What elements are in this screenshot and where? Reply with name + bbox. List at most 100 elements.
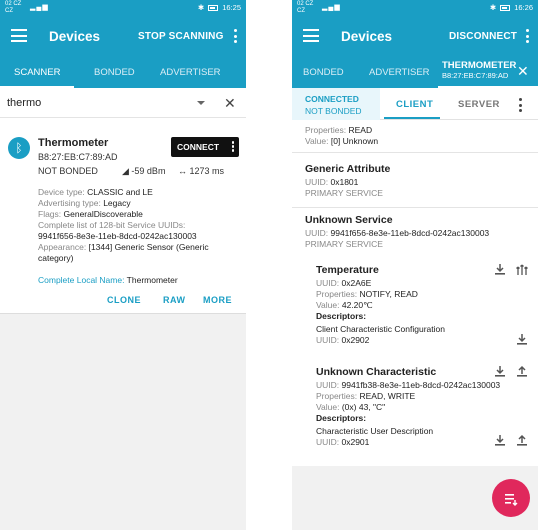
device-subbar: CONNECTED NOT BONDED CLIENT SERVER	[292, 88, 538, 120]
device-name: Thermometer	[38, 137, 109, 149]
carrier-label: 02 CZ CZ	[5, 1, 21, 15]
bluetooth-status-icon: ✱	[197, 3, 205, 12]
properties-label: Properties:	[316, 289, 360, 299]
overflow-menu-icon[interactable]	[526, 29, 530, 46]
overflow-menu-icon[interactable]	[234, 29, 238, 46]
info-key: Device type:	[38, 187, 88, 197]
signal-icon: ▂▄▆	[322, 4, 341, 11]
descriptor-upload-icon[interactable]	[516, 434, 528, 447]
tab-client[interactable]: CLIENT	[396, 99, 433, 110]
more-button[interactable]: MORE	[203, 295, 232, 305]
device-card[interactable]: ᛒ Thermometer B8:27:EB:C7:89:AD NOT BOND…	[0, 126, 246, 314]
tab-bonded[interactable]: BONDED	[94, 67, 135, 78]
uuid-label: UUID:	[316, 335, 342, 345]
stop-scanning-button[interactable]: STOP SCANNING	[138, 31, 224, 42]
characteristic-name: Temperature	[316, 264, 379, 276]
properties-label: Properties:	[316, 391, 360, 401]
bluetooth-status-icon: ✱	[489, 3, 497, 12]
signal-strength-icon: ◢	[122, 166, 132, 176]
descriptors-heading: Descriptors:	[316, 413, 367, 423]
filter-dropdown-icon[interactable]	[197, 101, 205, 105]
properties-value: READ, WRITE	[359, 391, 416, 401]
uuid-value: 0x1801	[330, 177, 359, 187]
info-value: 9941f656-8e3e-11eb-8dcd-0242ac130003	[38, 231, 197, 241]
uuid-value: 9941fb38-8e3e-11eb-8dcd-0242ac130003	[341, 380, 501, 390]
status-bar: 02 CZ CZ ▂▄▆ ✱ 16:25	[0, 0, 246, 16]
app-bar: Devices STOP SCANNING	[0, 16, 246, 56]
descriptor-name: Client Characteristic Configuration	[316, 324, 445, 334]
battery-icon	[208, 4, 219, 11]
service-uuids-row: Complete list of 128-bit Service UUIDs: 9…	[38, 220, 243, 242]
page-title: Devices	[341, 29, 393, 44]
info-key: Complete Local Name:	[38, 275, 127, 285]
previous-characteristic-fragment: Properties: READ Value: [0] Unknown	[305, 125, 535, 147]
uuid-value: 0x2902	[341, 335, 370, 345]
service-unknown[interactable]: Unknown Service UUID: 9941f656-8e3e-11eb…	[305, 215, 535, 250]
device-tab-name: THERMOMETER	[442, 60, 517, 71]
value-text: (0x) 43, "C"	[341, 402, 386, 412]
info-value: CLASSIC and LE	[87, 187, 153, 197]
descriptors-heading: Descriptors:	[316, 311, 367, 321]
connect-options-icon[interactable]	[231, 141, 234, 153]
client-menu-icon[interactable]	[519, 98, 522, 115]
notify-toggle-icon[interactable]	[516, 263, 530, 276]
advertising-type-row: Advertising type: Legacy	[38, 198, 243, 209]
clone-button[interactable]: CLONE	[107, 295, 141, 305]
uuid-value: 0x2901	[341, 437, 370, 447]
disconnect-button[interactable]: DISCONNECT	[449, 31, 517, 42]
battery-icon	[500, 4, 511, 11]
write-upload-icon[interactable]	[516, 365, 528, 378]
tab-scanner[interactable]: SCANNER	[14, 67, 60, 78]
carrier-line-2: CZ	[5, 8, 13, 14]
properties-value: READ	[348, 125, 373, 135]
carrier-label: 02 CZ CZ	[297, 1, 313, 15]
device-screen: 02 CZ CZ ▂▄▆ ✱ 16:26 Devices DISCONNECT …	[292, 0, 538, 530]
carrier-line-1: 02 CZ	[5, 1, 22, 7]
menu-icon[interactable]	[11, 29, 27, 42]
rssi-text: -59 dBm	[131, 166, 166, 176]
divider	[292, 152, 538, 153]
read-download-icon[interactable]	[494, 263, 506, 276]
uuid-label: UUID:	[305, 177, 331, 187]
clock: 16:26	[514, 3, 533, 12]
menu-icon[interactable]	[303, 29, 319, 42]
properties-value: NOTIFY, READ	[359, 289, 418, 299]
value-label: Value:	[305, 136, 331, 146]
status-bar: 02 CZ CZ ▂▄▆ ✱ 16:26	[292, 0, 538, 16]
raw-button[interactable]: RAW	[163, 295, 186, 305]
tab-advertiser[interactable]: ADVERTISER	[369, 67, 430, 78]
descriptor-download-icon[interactable]	[494, 434, 506, 447]
clear-search-icon[interactable]: ✕	[224, 95, 236, 112]
descriptor-download-icon[interactable]	[516, 333, 528, 346]
info-value: Thermometer	[126, 275, 178, 285]
close-device-icon[interactable]: ✕	[517, 63, 529, 80]
flags-row: Flags: GeneralDiscoverable	[38, 209, 243, 220]
connect-button[interactable]: CONNECT	[171, 137, 239, 157]
carrier-line-1: 02 CZ	[297, 1, 314, 7]
value-label: Value:	[316, 300, 342, 310]
uuid-label: UUID:	[305, 228, 331, 238]
log-fab-button[interactable]	[492, 479, 530, 517]
tab-advertiser[interactable]: ADVERTISER	[160, 67, 221, 78]
service-generic-attribute[interactable]: Generic Attribute UUID: 0x1801 PRIMARY S…	[305, 164, 535, 199]
clock: 16:25	[222, 3, 241, 12]
tab-server[interactable]: SERVER	[458, 99, 500, 110]
service-type: PRIMARY SERVICE	[305, 239, 383, 249]
appearance-row: Appearance: [1344] Generic Sensor (Gener…	[38, 242, 238, 264]
tab-device[interactable]: THERMOMETER B8:27:EB:C7:89:AD	[442, 61, 516, 81]
info-key: Appearance:	[38, 242, 89, 252]
characteristic-temperature[interactable]: Temperature UUID: 0x2A6E Properties: NOT…	[316, 265, 516, 346]
service-name: Unknown Service	[305, 214, 393, 226]
info-key: Advertising type:	[38, 198, 104, 208]
bond-state: NOT BONDED	[305, 106, 362, 116]
search-input[interactable]: thermo	[7, 97, 41, 109]
read-download-icon[interactable]	[494, 365, 506, 378]
value-label: Value:	[316, 402, 342, 412]
device-address: B8:27:EB:C7:89:AD	[38, 152, 118, 162]
interval-text: 1273 ms	[189, 166, 225, 176]
log-icon	[505, 494, 518, 507]
info-value: Legacy	[103, 198, 131, 208]
tab-bonded[interactable]: BONDED	[303, 67, 344, 78]
page-title: Devices	[49, 29, 101, 44]
divider	[292, 207, 538, 208]
